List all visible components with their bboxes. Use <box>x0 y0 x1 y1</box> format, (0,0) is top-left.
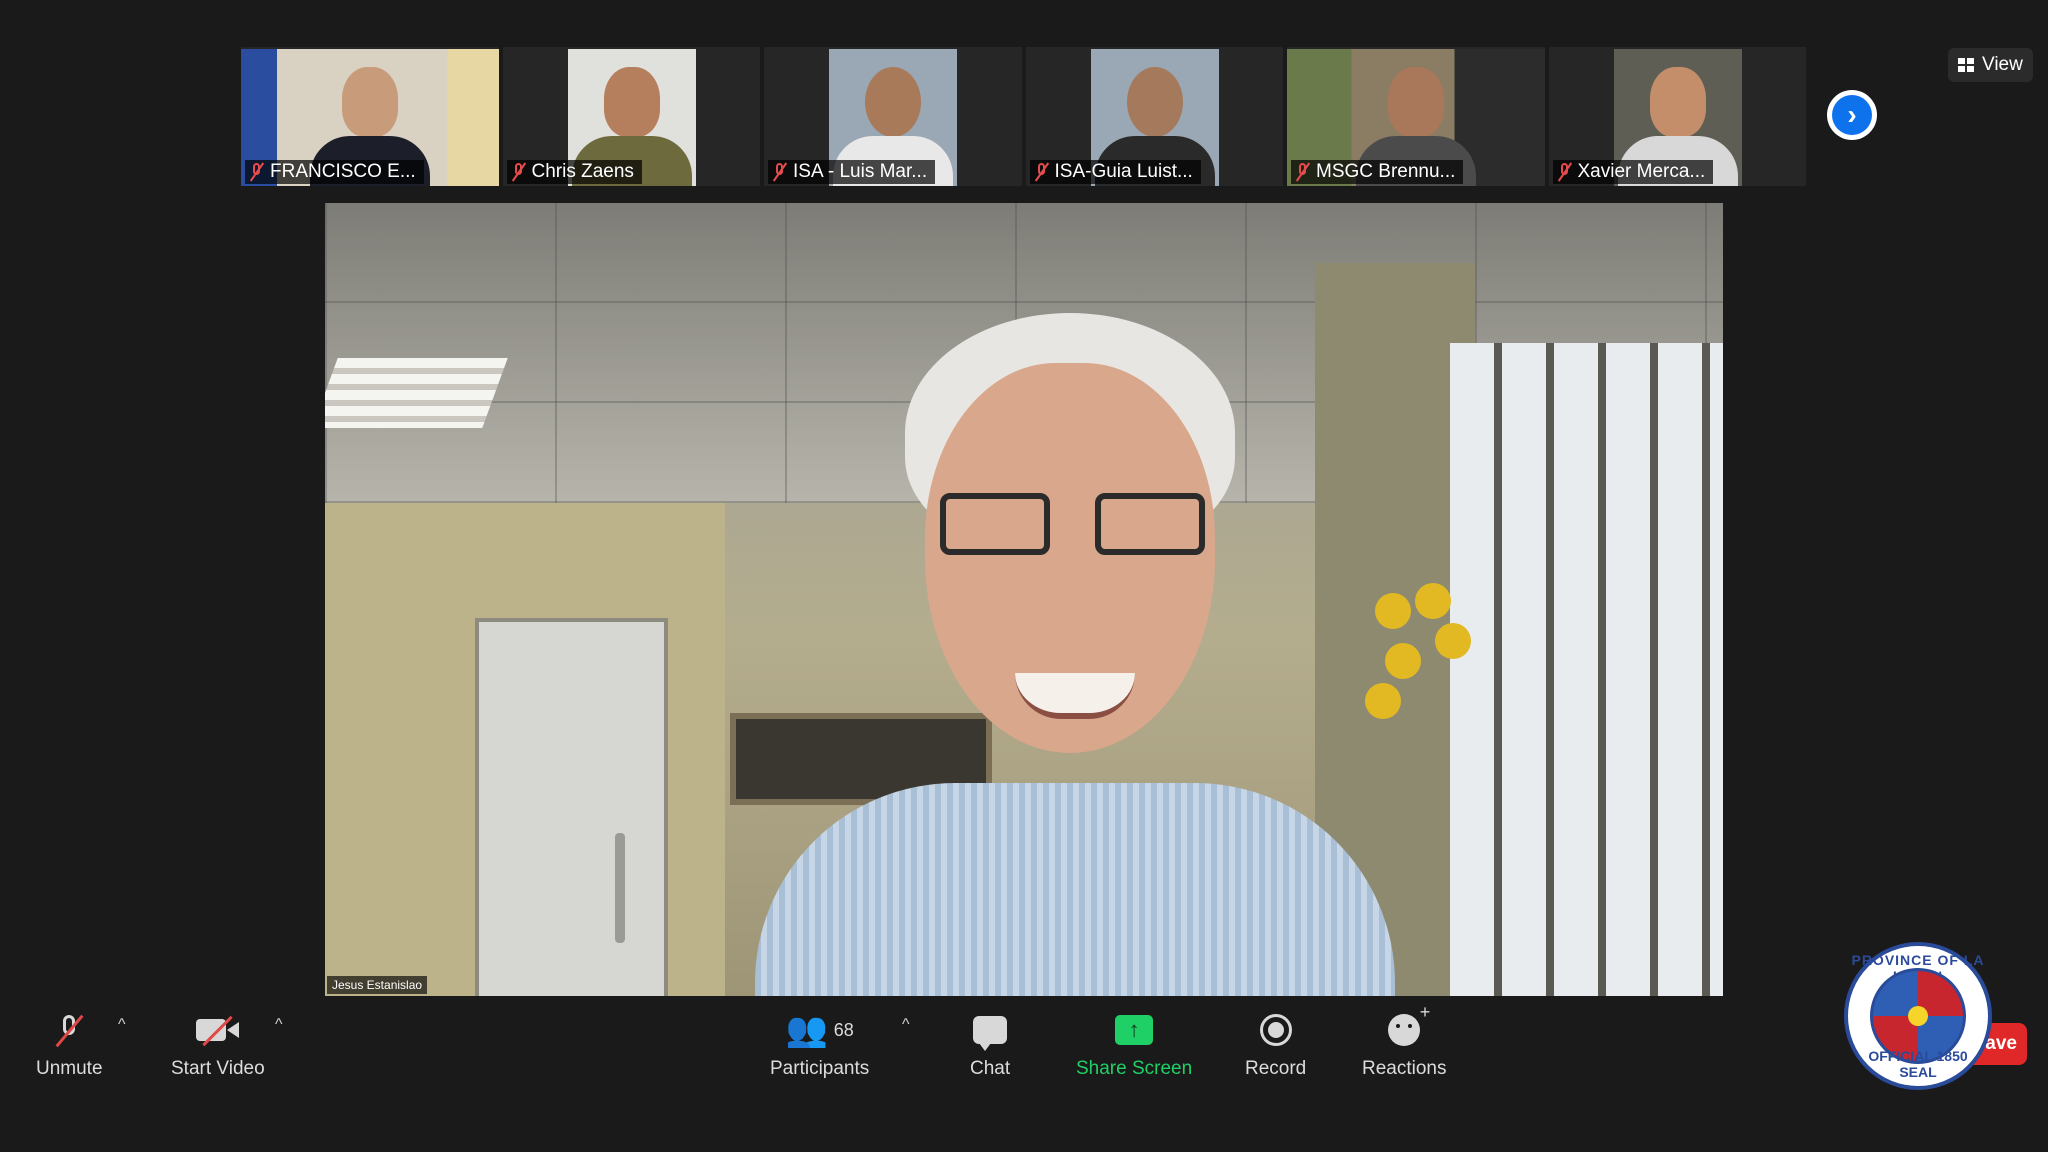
participant-head <box>1126 67 1183 137</box>
participant-name: ISA-Guia Luist... <box>1054 161 1193 182</box>
reactions-icon <box>1388 1002 1430 1046</box>
mic-muted-icon <box>1034 163 1050 181</box>
province-seal-logo: PROVINCE OF LA UNION OFFICIAL 1850 SEAL <box>1844 942 1992 1090</box>
share-screen-icon: ↑ <box>1115 1015 1154 1045</box>
chat-icon <box>973 1016 1008 1051</box>
seal-bottom-text: OFFICIAL 1850 SEAL <box>1868 1048 1968 1080</box>
participant-nameplate: MSGC Brennu... <box>1291 160 1464 184</box>
participant-tile[interactable]: Chris Zaens <box>502 47 760 186</box>
participants-options-chevron-icon[interactable]: ^ <box>902 1016 910 1034</box>
active-speaker-video: Jesus Estanislao <box>325 203 1723 996</box>
participant-tile[interactable]: MSGC Brennu... <box>1287 47 1545 186</box>
video-off-icon <box>195 1015 240 1045</box>
participant-tile[interactable]: Xavier Merca... <box>1548 47 1806 186</box>
participants-button[interactable]: 👥 68 Participants <box>770 1010 869 1080</box>
mic-muted-icon <box>249 163 265 181</box>
view-label: View <box>1982 54 2023 75</box>
participants-count: 68 <box>833 1019 854 1040</box>
speaker-glasses <box>940 493 1205 563</box>
seal-star-icon <box>1908 1006 1928 1026</box>
participant-strip: FRANCISCO E... Chris Zaens ISA - Luis Ma… <box>241 47 1806 186</box>
record-button[interactable]: Record <box>1245 1010 1306 1080</box>
record-label: Record <box>1245 1058 1307 1079</box>
speaker-name-label: Jesus Estanislao <box>327 976 428 994</box>
participant-name: MSGC Brennu... <box>1316 161 1456 182</box>
participant-head <box>865 67 921 137</box>
reactions-button[interactable]: Reactions <box>1362 1002 1447 1080</box>
participant-nameplate: Xavier Merca... <box>1552 160 1714 184</box>
record-icon <box>1259 1014 1292 1046</box>
participant-head <box>1649 67 1706 137</box>
mic-muted-icon <box>772 163 788 181</box>
leave-label: ave <box>1985 1033 2017 1054</box>
participant-head <box>603 67 660 137</box>
chevron-right-icon: › <box>1832 95 1872 135</box>
share-screen-button[interactable]: ↑ Share Screen <box>1076 1010 1192 1080</box>
video-options-chevron-icon[interactable]: ^ <box>275 1016 283 1034</box>
grid-icon <box>1958 58 1974 72</box>
window <box>1450 343 1723 996</box>
participant-tile[interactable]: FRANCISCO E... <box>241 47 499 186</box>
unmute-button[interactable]: Unmute <box>36 1010 103 1080</box>
participant-nameplate: FRANCISCO E... <box>245 160 424 184</box>
participant-nameplate: ISA-Guia Luist... <box>1029 160 1201 184</box>
door-handle <box>615 833 625 943</box>
participants-icon: 👥 <box>785 1011 828 1049</box>
mic-muted-icon <box>1295 163 1311 181</box>
microphone-muted-icon <box>54 1013 84 1047</box>
participant-name: FRANCISCO E... <box>270 161 416 182</box>
meeting-toolbar <box>0 996 2048 1152</box>
participant-nameplate: ISA - Luis Mar... <box>768 160 936 184</box>
reactions-label: Reactions <box>1362 1058 1447 1079</box>
ceiling-light <box>325 358 508 428</box>
speaker-shirt <box>755 783 1395 996</box>
chat-label: Chat <box>970 1058 1011 1079</box>
participants-label: Participants <box>770 1058 870 1079</box>
participant-nameplate: Chris Zaens <box>506 160 642 184</box>
participant-tile[interactable]: ISA - Luis Mar... <box>764 47 1022 186</box>
next-page-button[interactable]: › <box>1827 90 1877 140</box>
mic-muted-icon <box>1557 163 1573 181</box>
share-screen-label: Share Screen <box>1076 1058 1193 1079</box>
start-video-label: Start Video <box>171 1058 265 1079</box>
participant-name: Xavier Merca... <box>1577 161 1706 182</box>
mic-muted-icon <box>511 163 527 181</box>
start-video-button[interactable]: Start Video <box>171 1010 265 1080</box>
flowers <box>1365 583 1475 743</box>
chat-button[interactable]: Chat <box>970 1010 1010 1080</box>
participant-name: Chris Zaens <box>531 161 634 182</box>
participant-head <box>1388 67 1444 137</box>
unmute-label: Unmute <box>36 1058 103 1079</box>
view-button[interactable]: View <box>1948 48 2033 82</box>
door <box>475 618 668 996</box>
participant-name: ISA - Luis Mar... <box>793 161 928 182</box>
participant-tile[interactable]: ISA-Guia Luist... <box>1025 47 1283 186</box>
audio-options-chevron-icon[interactable]: ^ <box>118 1016 126 1034</box>
participant-head <box>342 67 398 137</box>
